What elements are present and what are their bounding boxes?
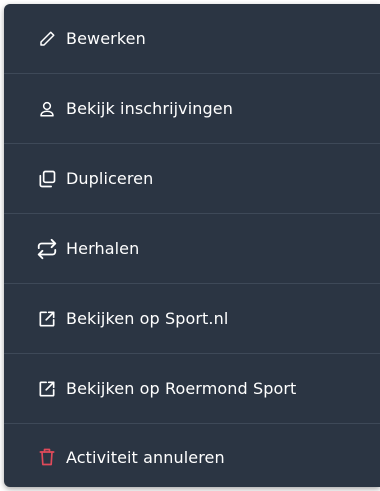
menu-item-label: Dupliceren — [66, 169, 154, 188]
menu-item-label: Bewerken — [66, 29, 146, 48]
menu-item-label: Herhalen — [66, 239, 140, 258]
menu-item-view-sport-nl[interactable]: Bekijken op Sport.nl — [4, 284, 380, 354]
pencil-icon — [36, 28, 58, 50]
menu-item-edit[interactable]: Bewerken — [4, 4, 380, 74]
repeat-icon — [36, 238, 58, 260]
menu-item-repeat[interactable]: Herhalen — [4, 214, 380, 284]
menu-item-label: Bekijken op Sport.nl — [66, 309, 229, 328]
trash-icon — [36, 446, 58, 468]
menu-item-duplicate[interactable]: Dupliceren — [4, 144, 380, 214]
menu-item-view-roermond-sport[interactable]: Bekijken op Roermond Sport — [4, 354, 380, 424]
user-icon — [36, 98, 58, 120]
duplicate-icon — [36, 168, 58, 190]
external-link-icon — [36, 308, 58, 330]
menu-item-label: Activiteit annuleren — [66, 447, 225, 467]
menu-item-label: Bekijk inschrijvingen — [66, 99, 233, 118]
context-menu: Bewerken Bekijk inschrijvingen Duplicere… — [4, 4, 380, 487]
menu-item-view-registrations[interactable]: Bekijk inschrijvingen — [4, 74, 380, 144]
menu-item-label: Bekijken op Roermond Sport — [66, 379, 297, 398]
external-link-icon — [36, 378, 58, 400]
menu-item-cancel-activity[interactable]: Activiteit annuleren — [4, 424, 380, 487]
